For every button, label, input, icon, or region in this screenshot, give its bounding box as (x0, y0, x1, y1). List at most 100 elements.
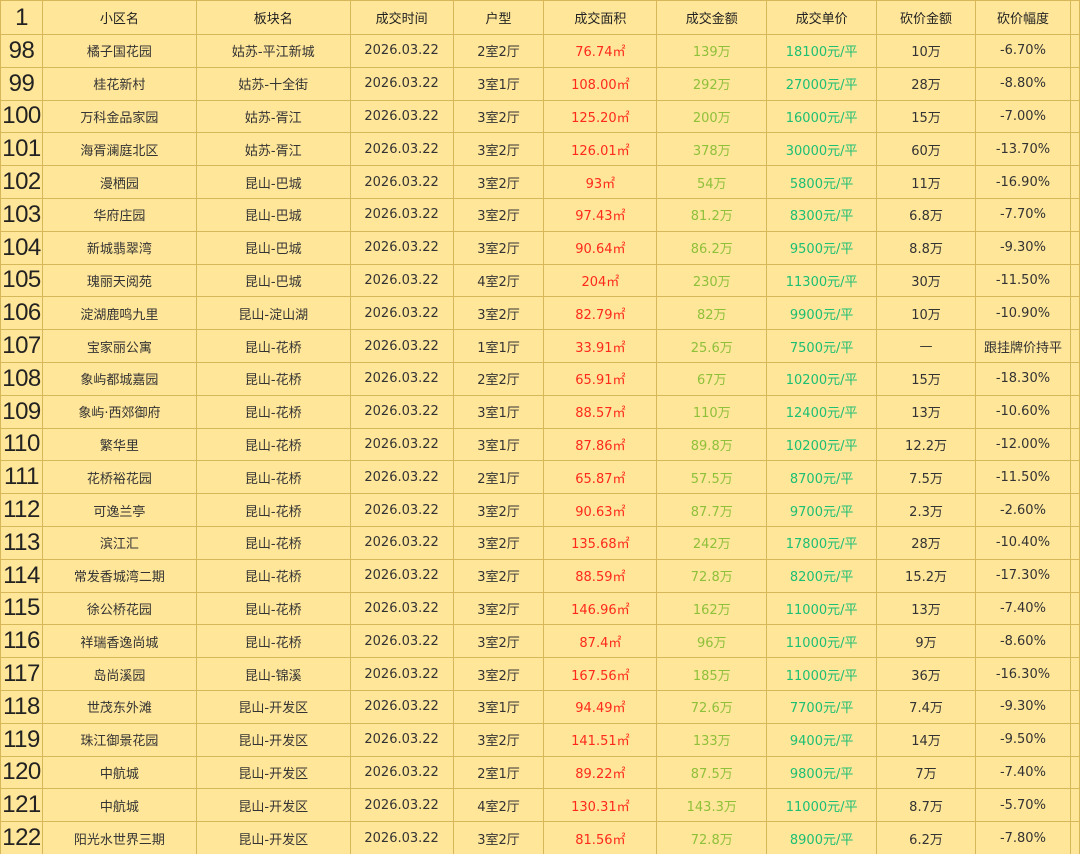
row-number[interactable]: 112 (0, 493, 43, 527)
cell-amount[interactable]: 143.3万 (656, 788, 768, 823)
cell-layout[interactable]: 3室2厅 (452, 821, 545, 854)
cell-area[interactable]: 125.20㎡ (543, 99, 658, 134)
cell-date[interactable]: 2026.03.22 (349, 657, 454, 691)
cell-unit-price[interactable]: 16000元/平 (766, 99, 878, 134)
cell-area[interactable]: 94.49㎡ (543, 689, 658, 724)
cell-discount-rate[interactable]: -16.30% (974, 657, 1071, 691)
cell-community[interactable]: 滨江汇 (41, 525, 197, 560)
empty-cell[interactable] (1069, 99, 1080, 134)
cell-discount-amount[interactable]: 6.2万 (876, 821, 976, 854)
cell-area[interactable]: 108.00㎡ (543, 66, 658, 101)
cell-community[interactable]: 可逸兰亭 (41, 493, 197, 527)
empty-cell[interactable] (1069, 165, 1080, 199)
cell-unit-price[interactable]: 8700元/平 (766, 460, 878, 495)
empty-cell[interactable] (1069, 821, 1080, 854)
cell-amount[interactable]: 139万 (656, 34, 768, 68)
cell-date[interactable]: 2026.03.22 (349, 296, 454, 331)
cell-community[interactable]: 象屿·西郊御府 (41, 394, 197, 429)
cell-community[interactable]: 祥瑞香逸尚城 (41, 624, 197, 659)
cell-layout[interactable]: 3室2厅 (452, 722, 545, 757)
cell-community[interactable]: 徐公桥花园 (41, 591, 197, 626)
cell-district[interactable]: 昆山-淀山湖 (195, 296, 351, 331)
cell-amount[interactable]: 185万 (656, 657, 768, 691)
empty-cell[interactable] (1069, 197, 1080, 232)
cell-community[interactable]: 中航城 (41, 755, 197, 790)
column-header-area[interactable]: 成交面积 (543, 0, 658, 35)
cell-amount[interactable]: 72.6万 (656, 689, 768, 724)
empty-cell[interactable] (1069, 263, 1080, 298)
row-number[interactable]: 120 (0, 755, 43, 790)
row-number[interactable]: 103 (0, 197, 43, 232)
empty-cell[interactable] (1069, 361, 1080, 396)
cell-date[interactable]: 2026.03.22 (349, 722, 454, 757)
cell-community[interactable]: 岛尚溪园 (41, 657, 197, 691)
cell-layout[interactable]: 4室2厅 (452, 263, 545, 298)
cell-layout[interactable]: 3室2厅 (452, 558, 545, 593)
cell-date[interactable]: 2026.03.22 (349, 427, 454, 462)
cell-date[interactable]: 2026.03.22 (349, 165, 454, 199)
cell-unit-price[interactable]: 27000元/平 (766, 66, 878, 101)
empty-cell[interactable] (1069, 624, 1080, 659)
cell-amount[interactable]: 54万 (656, 165, 768, 199)
row-number[interactable]: 98 (0, 34, 43, 68)
cell-amount[interactable]: 57.5万 (656, 460, 768, 495)
cell-district[interactable]: 昆山-锦溪 (195, 657, 351, 691)
cell-amount[interactable]: 81.2万 (656, 197, 768, 232)
cell-discount-rate[interactable]: -2.60% (974, 493, 1071, 527)
cell-amount[interactable]: 96万 (656, 624, 768, 659)
cell-amount[interactable]: 89.8万 (656, 427, 768, 462)
row-number[interactable]: 121 (0, 788, 43, 823)
column-header-discount-rate[interactable]: 砍价幅度 (974, 0, 1071, 35)
cell-layout[interactable]: 3室2厅 (452, 132, 545, 167)
cell-unit-price[interactable]: 8200元/平 (766, 558, 878, 593)
cell-unit-price[interactable]: 11000元/平 (766, 591, 878, 626)
cell-discount-rate[interactable]: -10.60% (974, 394, 1071, 429)
cell-discount-amount[interactable]: 8.7万 (876, 788, 976, 823)
cell-area[interactable]: 87.4㎡ (543, 624, 658, 659)
cell-layout[interactable]: 2室2厅 (452, 34, 545, 68)
row-number[interactable]: 102 (0, 165, 43, 199)
cell-layout[interactable]: 3室2厅 (452, 657, 545, 691)
cell-layout[interactable]: 1室1厅 (452, 329, 545, 363)
cell-community[interactable]: 瑰丽天阅苑 (41, 263, 197, 298)
empty-cell[interactable] (1069, 591, 1080, 626)
cell-unit-price[interactable]: 9900元/平 (766, 296, 878, 331)
cell-community[interactable]: 万科金品家园 (41, 99, 197, 134)
cell-date[interactable]: 2026.03.22 (349, 66, 454, 101)
cell-district[interactable]: 昆山-开发区 (195, 788, 351, 823)
cell-community[interactable]: 华府庄园 (41, 197, 197, 232)
cell-discount-rate[interactable]: 跟挂牌价持平 (974, 329, 1071, 363)
cell-date[interactable]: 2026.03.22 (349, 525, 454, 560)
cell-area[interactable]: 97.43㎡ (543, 197, 658, 232)
cell-layout[interactable]: 2室1厅 (452, 460, 545, 495)
cell-area[interactable]: 87.86㎡ (543, 427, 658, 462)
cell-community[interactable]: 海胥澜庭北区 (41, 132, 197, 167)
cell-discount-rate[interactable]: -7.70% (974, 197, 1071, 232)
cell-district[interactable]: 昆山-巴城 (195, 197, 351, 232)
cell-area[interactable]: 89.22㎡ (543, 755, 658, 790)
row-number[interactable]: 110 (0, 427, 43, 462)
cell-layout[interactable]: 3室2厅 (452, 591, 545, 626)
cell-layout[interactable]: 3室1厅 (452, 394, 545, 429)
cell-layout[interactable]: 4室2厅 (452, 788, 545, 823)
cell-amount[interactable]: 87.5万 (656, 755, 768, 790)
cell-unit-price[interactable]: 11000元/平 (766, 788, 878, 823)
cell-unit-price[interactable]: 9800元/平 (766, 755, 878, 790)
cell-date[interactable]: 2026.03.22 (349, 689, 454, 724)
cell-date[interactable]: 2026.03.22 (349, 34, 454, 68)
cell-layout[interactable]: 3室2厅 (452, 197, 545, 232)
cell-district[interactable]: 昆山-花桥 (195, 558, 351, 593)
cell-discount-rate[interactable]: -17.30% (974, 558, 1071, 593)
cell-area[interactable]: 126.01㎡ (543, 132, 658, 167)
cell-discount-amount[interactable]: 7.5万 (876, 460, 976, 495)
cell-date[interactable]: 2026.03.22 (349, 460, 454, 495)
cell-amount[interactable]: 25.6万 (656, 329, 768, 363)
cell-amount[interactable]: 200万 (656, 99, 768, 134)
cell-unit-price[interactable]: 11300元/平 (766, 263, 878, 298)
cell-date[interactable]: 2026.03.22 (349, 197, 454, 232)
cell-district[interactable]: 昆山-花桥 (195, 460, 351, 495)
cell-community[interactable]: 淀湖鹿鸣九里 (41, 296, 197, 331)
cell-area[interactable]: 141.51㎡ (543, 722, 658, 757)
cell-unit-price[interactable]: 9400元/平 (766, 722, 878, 757)
cell-layout[interactable]: 2室1厅 (452, 755, 545, 790)
